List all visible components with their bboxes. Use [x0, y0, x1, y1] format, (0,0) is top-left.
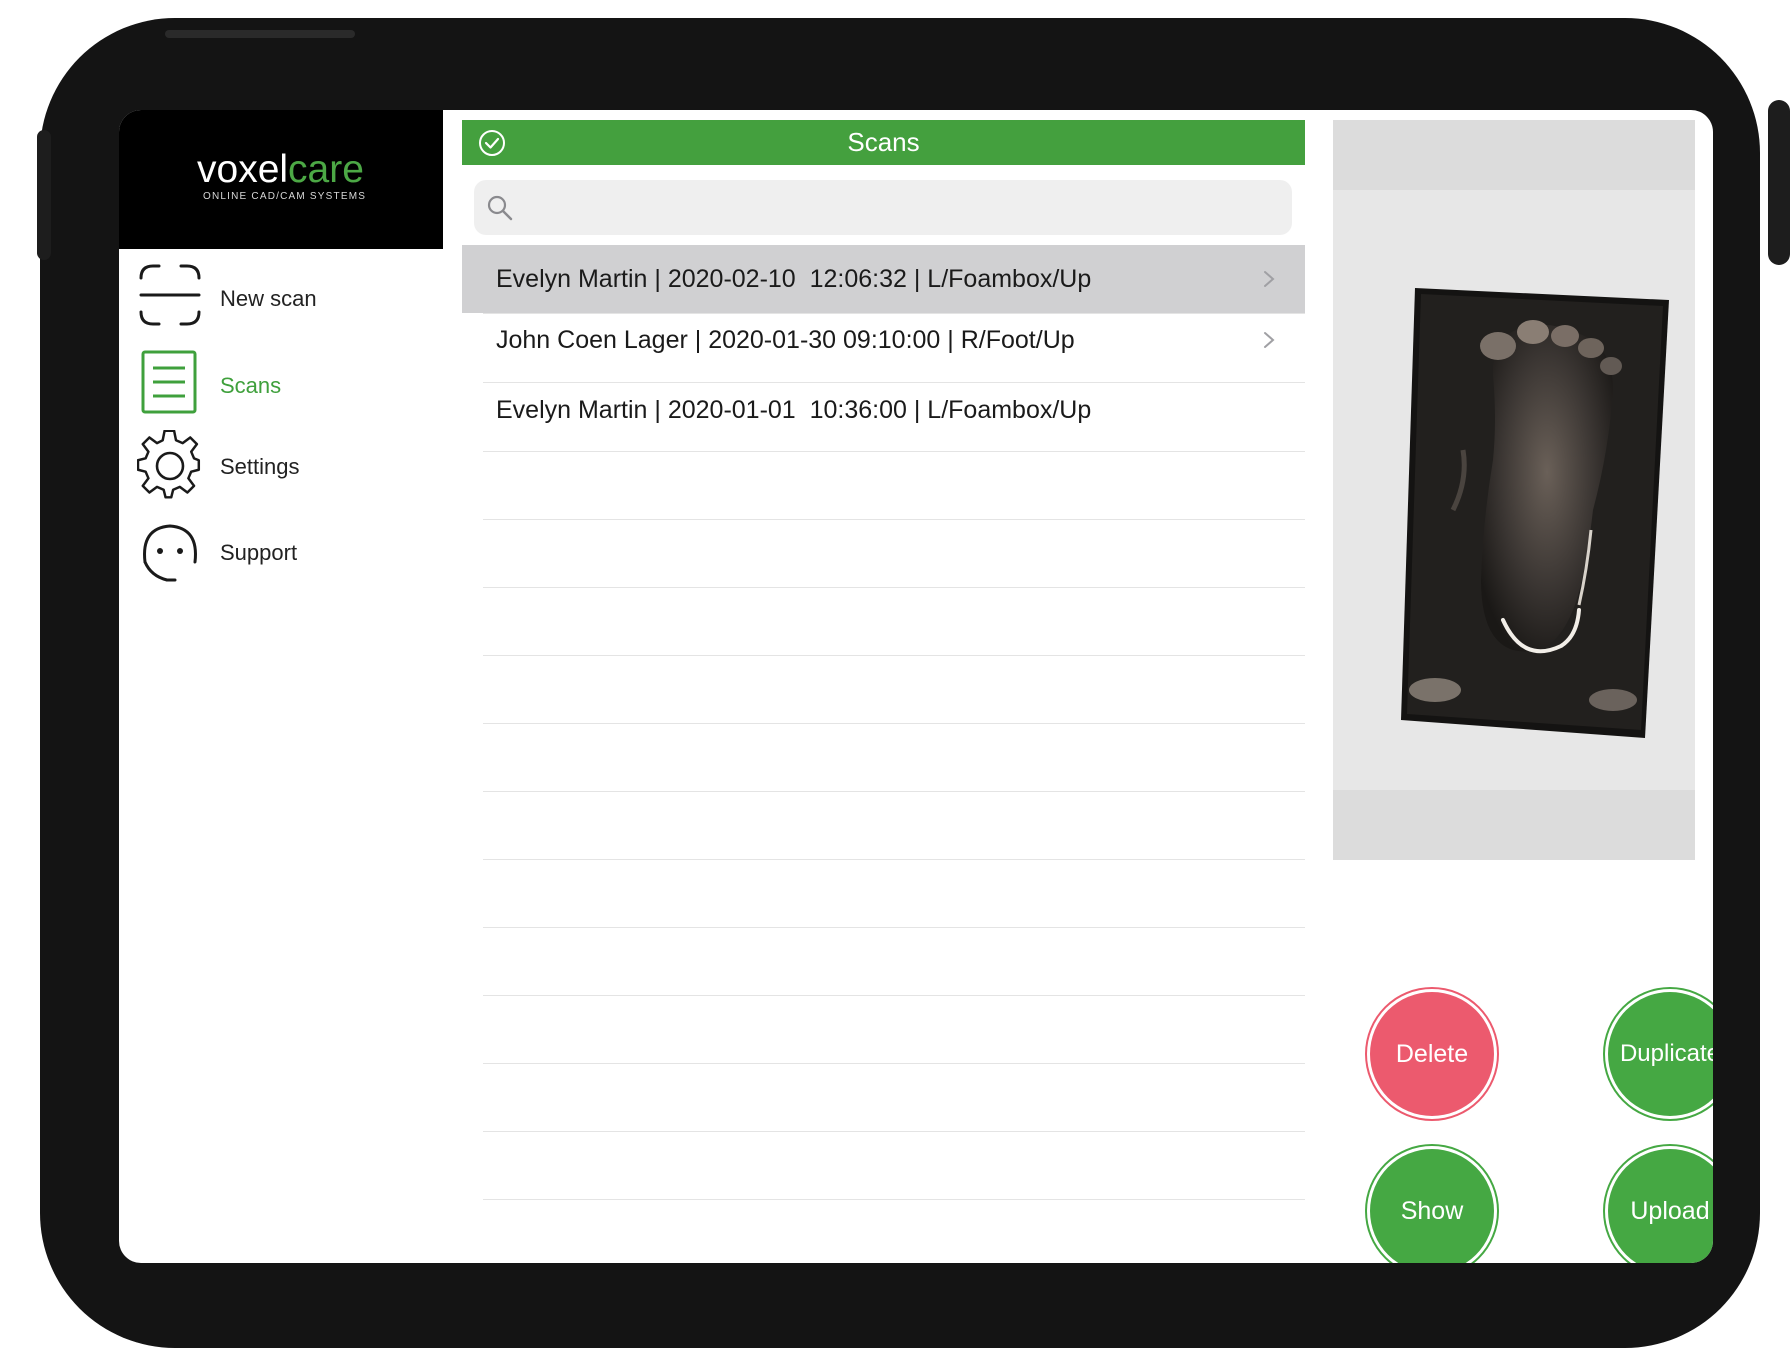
logo-wordmark: voxelcare [197, 148, 364, 191]
table-row[interactable]: Evelyn Martin | 2020-02-10 12:06:32 | L/… [462, 245, 1305, 313]
divider [483, 927, 1305, 928]
sidebar-item-scans[interactable]: Scans [119, 348, 443, 426]
sidebar-item-label: Scans [220, 373, 282, 398]
sidebar-item-new-scan[interactable]: New scan [119, 260, 443, 338]
top-button [165, 30, 355, 38]
divider [483, 1063, 1305, 1064]
search-icon [487, 195, 513, 221]
scan-row-text: Evelyn Martin | 2020-01-01 10:36:00 | L/… [496, 396, 1092, 424]
scan-frame-icon [139, 264, 201, 326]
side-button [1768, 100, 1790, 265]
preview-header [1333, 120, 1695, 190]
divider [483, 587, 1305, 588]
foot-scan-image [1401, 288, 1669, 738]
gear-icon [137, 430, 201, 499]
divider [483, 723, 1305, 724]
list-document-icon [141, 350, 197, 414]
divider [483, 1131, 1305, 1132]
scan-preview [1333, 190, 1695, 790]
divider [483, 451, 1305, 452]
divider [483, 655, 1305, 656]
divider [483, 995, 1305, 996]
chevron-right-icon [1264, 271, 1275, 287]
scans-header: Scans [462, 120, 1305, 165]
sidebar-item-label: Settings [220, 454, 300, 479]
app-screen: voxelcare ONLINE CAD/CAM SYSTEMS New sca… [119, 110, 1713, 1263]
upload-button[interactable]: Upload [1608, 1149, 1713, 1263]
sidebar-item-label: Support [220, 540, 298, 565]
sidebar-item-support[interactable]: Support [119, 518, 443, 596]
logo-tagline: ONLINE CAD/CAM SYSTEMS [203, 191, 367, 202]
show-button[interactable]: Show [1370, 1149, 1494, 1263]
search-input[interactable] [524, 188, 1268, 228]
sidebar-item-label: New scan [220, 286, 317, 311]
brand-logo: voxelcare ONLINE CAD/CAM SYSTEMS [119, 110, 443, 249]
table-row[interactable]: Evelyn Martin | 2020-01-01 10:36:00 | L/… [462, 376, 1305, 444]
preview-footer [1333, 790, 1695, 860]
sidebar-item-settings[interactable]: Settings [119, 430, 443, 508]
headset-icon [143, 524, 197, 582]
divider [483, 859, 1305, 860]
page-title: Scans [847, 127, 920, 157]
duplicate-button[interactable]: Duplicate [1608, 992, 1713, 1116]
scan-row-text: Evelyn Martin | 2020-02-10 12:06:32 | L/… [496, 265, 1092, 293]
divider [483, 519, 1305, 520]
search-bar[interactable] [474, 180, 1292, 235]
volume-button [37, 130, 51, 260]
table-row[interactable]: John Coen Lager | 2020-01-30 09:10:00 | … [462, 306, 1305, 374]
delete-button[interactable]: Delete [1370, 992, 1494, 1116]
divider [483, 791, 1305, 792]
divider [483, 1199, 1305, 1200]
chevron-right-icon [1264, 332, 1275, 348]
scan-row-text: John Coen Lager | 2020-01-30 09:10:00 | … [496, 326, 1075, 354]
